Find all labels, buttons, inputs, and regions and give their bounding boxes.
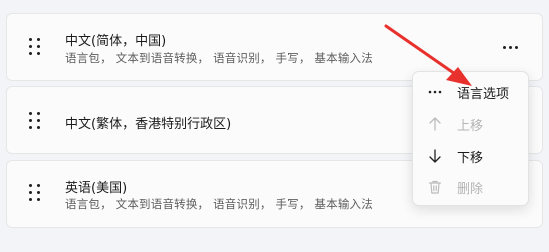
annotation-arrow-icon <box>384 24 472 86</box>
